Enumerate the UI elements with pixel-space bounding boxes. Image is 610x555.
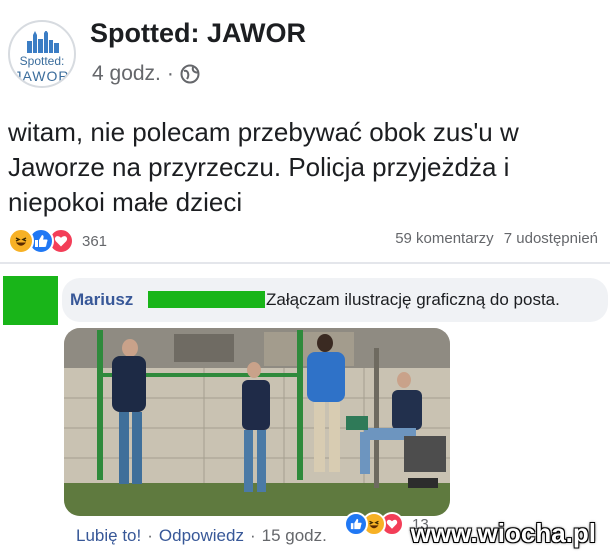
comment-attached-photo[interactable] [64,328,450,516]
logo-text-top: Spotted: [19,54,65,68]
comment-actions: Lubię to! · Odpowiedz · 15 godz. [76,526,327,546]
comment-bubble: Mariusz Załączam ilustrację graficzną do… [62,278,608,322]
haha-icon [8,228,34,254]
post-header: Spotted: JAWOR Spotted: JAWOR 4 godz. · [8,12,598,92]
logo-text-bottom: JAWOR [14,68,70,84]
comment-timestamp[interactable]: 15 godz. [262,526,327,546]
comment-text: Załączam ilustrację graficzną do posta. [266,290,560,309]
skyline-logo-icon [27,31,59,53]
like-icon [344,512,368,536]
name-redaction-bar [148,291,265,308]
post-text-line: Jaworze na przyrzeczu. Policja przyjeżdż… [8,152,510,182]
post-text-line: niepokoi małe dzieci [8,187,243,217]
shares-count-link[interactable]: 7 udostępnień [504,230,598,247]
divider [0,262,610,264]
post-text-line: witam, nie polecam przebywać obok zus'u … [8,117,519,147]
page-avatar[interactable]: Spotted: JAWOR [8,20,76,88]
meta-separator: · [166,62,174,85]
post-timestamp[interactable]: 4 godz. [92,62,161,86]
post-meta: 4 godz. · [92,62,200,86]
bus-stop-photo [64,328,450,516]
post-stats: 361 59 komentarzy 7 udostępnień [8,228,600,254]
commenter-avatar-redaction [3,276,58,325]
commenter-name-link[interactable]: Mariusz [70,290,133,310]
reply-comment-link[interactable]: Odpowiedz [159,526,244,546]
globe-icon[interactable] [180,64,200,84]
engagement-counts: 59 komentarzy 7 udostępnień [389,230,598,247]
action-separator: · [249,526,256,545]
reaction-count: 361 [82,232,108,250]
post-reactions[interactable]: 361 [8,228,107,254]
watermark: www.wiocha.pl [410,518,596,548]
like-comment-link[interactable]: Lubię to! [76,526,141,546]
page-name-link[interactable]: Spotted: JAWOR [90,18,306,49]
comments-count-link[interactable]: 59 komentarzy [395,230,493,247]
action-separator: · [147,526,153,545]
post-message: witam, nie polecam przebywać obok zus'u … [8,115,598,220]
